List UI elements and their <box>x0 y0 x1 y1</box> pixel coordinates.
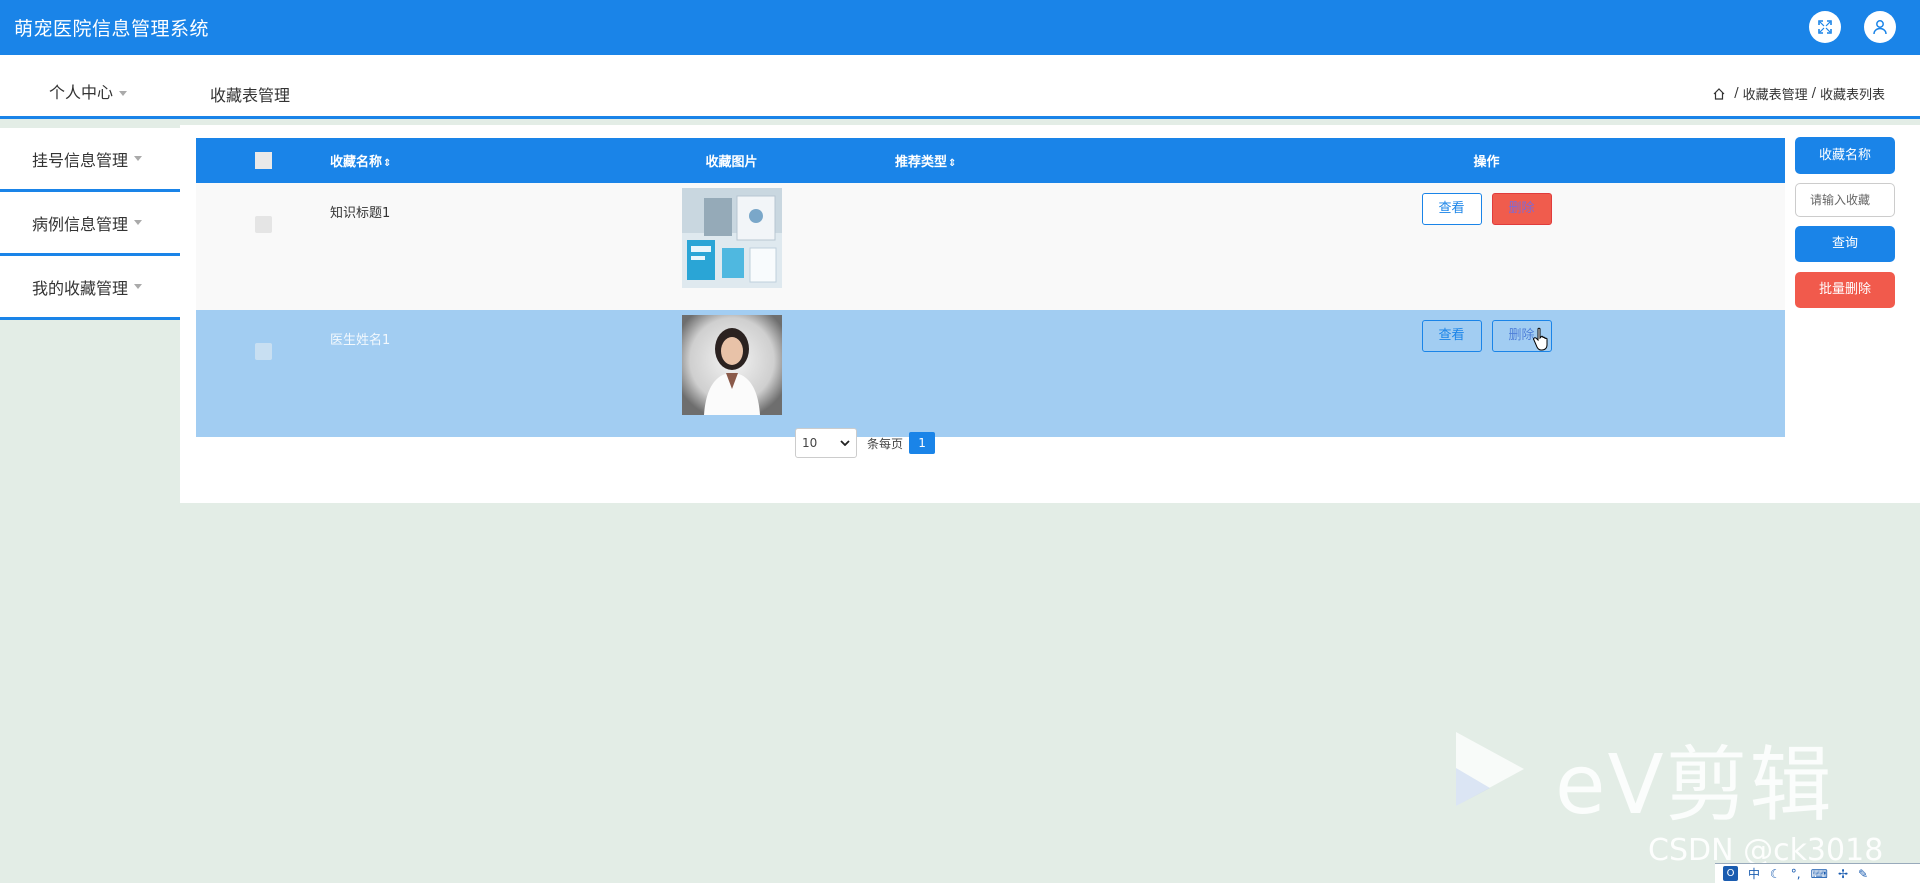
search-input[interactable]: 请输入收藏 <box>1795 183 1895 217</box>
breadcrumb-sep: / <box>1811 86 1816 101</box>
ev-watermark: eV剪辑 <box>1555 738 1834 833</box>
column-header-name[interactable]: 收藏名称⇕ <box>330 138 568 183</box>
column-header-label: 推荐类型 <box>895 155 948 170</box>
row-type-cell <box>895 183 1188 310</box>
row-checkbox[interactable] <box>254 343 272 360</box>
column-header-type[interactable]: 推荐类型⇕ <box>895 138 1188 183</box>
user-icon[interactable] <box>1864 11 1896 43</box>
caret-down-icon <box>134 220 143 225</box>
sub-header: 个人中心 收藏表管理 / 收藏表管理 / 收藏表列表 <box>0 55 1920 119</box>
query-button[interactable]: 查询 <box>1795 226 1895 262</box>
sidebar-item-favorites[interactable]: 我的收藏管理 <box>0 256 180 320</box>
select-all-checkbox[interactable] <box>254 152 272 169</box>
search-label: 收藏名称 <box>1795 137 1895 174</box>
page-size-select[interactable]: 10 <box>795 428 857 458</box>
personal-center-menu[interactable]: 个人中心 <box>49 79 128 103</box>
home-icon[interactable] <box>1712 87 1726 101</box>
column-header-label: 收藏名称 <box>330 155 383 170</box>
delete-button[interactable]: 删除 <box>1491 193 1552 225</box>
sidebar-item-label: 我的收藏管理 <box>32 278 129 298</box>
select-all-cell <box>196 138 330 183</box>
row-checkbox-cell <box>196 310 330 437</box>
caret-down-icon <box>119 91 128 96</box>
row-type-cell <box>895 310 1188 437</box>
doctor-portrait-thumbnail[interactable] <box>681 315 782 415</box>
breadcrumb-sep: / <box>1734 86 1739 101</box>
row-checkbox[interactable] <box>254 216 272 233</box>
wrench-icon[interactable]: ✎ <box>1858 867 1868 881</box>
keyboard-icon[interactable]: ⌨ <box>1811 867 1828 881</box>
caret-down-icon <box>134 284 143 289</box>
main-panel: 收藏名称⇕ 收藏图片 推荐类型⇕ 操作 知识标题1 查看 删除 医生姓名1 查看… <box>180 125 1920 503</box>
breadcrumb-item-list: 收藏表列表 <box>1819 88 1885 103</box>
ime-chinese-indicator[interactable]: 中 <box>1748 865 1760 882</box>
table-row[interactable]: 知识标题1 查看 删除 <box>196 183 1785 310</box>
row-image-cell <box>568 183 895 310</box>
row-name: 知识标题1 <box>330 206 391 221</box>
sort-icon[interactable]: ⇕ <box>948 158 956 169</box>
favorites-table: 收藏名称⇕ 收藏图片 推荐类型⇕ 操作 知识标题1 查看 删除 医生姓名1 查看… <box>196 138 1785 437</box>
page-number-current[interactable]: 1 <box>909 432 936 454</box>
per-page-label: 条每页 <box>867 436 904 451</box>
row-image-cell <box>568 310 895 437</box>
row-actions-cell: 查看 删除 <box>1188 183 1785 310</box>
sidebar: 挂号信息管理 病例信息管理 我的收藏管理 <box>0 128 180 320</box>
view-button[interactable]: 查看 <box>1421 320 1482 352</box>
breadcrumb: / 收藏表管理 / 收藏表列表 <box>1712 84 1885 103</box>
row-type <box>895 183 1188 202</box>
row-name: 医生姓名1 <box>330 333 391 348</box>
row-checkbox-cell <box>196 183 330 310</box>
ev-logo-icon <box>1456 732 1524 806</box>
sidebar-item-label: 病例信息管理 <box>32 214 129 234</box>
moon-icon[interactable]: ☾ <box>1770 867 1781 881</box>
column-header-actions: 操作 <box>1188 138 1785 183</box>
office-desk-thumbnail[interactable] <box>681 188 782 288</box>
search-panel: 收藏名称 请输入收藏 查询 批量删除 <box>1795 137 1895 308</box>
table-header-row: 收藏名称⇕ 收藏图片 推荐类型⇕ 操作 <box>196 138 1785 183</box>
caret-down-icon <box>134 156 143 161</box>
hand-cursor-icon <box>1533 327 1548 351</box>
app-title: 萌宠医院信息管理系统 <box>14 18 210 40</box>
view-button[interactable]: 查看 <box>1421 193 1482 225</box>
row-type <box>895 310 1188 329</box>
pagination: 10 条每页 1 <box>795 428 936 458</box>
sidebar-item-registration[interactable]: 挂号信息管理 <box>0 128 180 192</box>
system-tray: O 中 ☾ °, ⌨ ✢ ✎ <box>1715 863 1920 883</box>
page-size-value: 10 <box>802 436 818 450</box>
sidebar-item-label: 挂号信息管理 <box>32 150 129 170</box>
personal-center-label: 个人中心 <box>49 83 114 102</box>
fullwidth-icon[interactable]: ✢ <box>1838 867 1848 881</box>
chevron-down-icon <box>840 440 850 446</box>
row-name-cell: 医生姓名1 <box>330 310 568 437</box>
top-bar: 萌宠医院信息管理系统 <box>0 0 1920 55</box>
column-header-label: 操作 <box>1473 155 1500 170</box>
row-actions-cell: 查看 删除 <box>1188 310 1785 437</box>
page-title: 收藏表管理 <box>210 86 291 105</box>
batch-delete-button[interactable]: 批量删除 <box>1795 272 1895 308</box>
punctuation-icon[interactable]: °, <box>1791 867 1801 881</box>
sidebar-item-case[interactable]: 病例信息管理 <box>0 192 180 256</box>
column-header-image: 收藏图片 <box>568 138 895 183</box>
fullscreen-icon[interactable] <box>1809 11 1841 43</box>
row-name-cell: 知识标题1 <box>330 183 568 310</box>
column-header-label: 收藏图片 <box>705 155 758 170</box>
sort-icon[interactable]: ⇕ <box>383 158 391 169</box>
breadcrumb-item-manage[interactable]: 收藏表管理 <box>1743 84 1808 103</box>
tray-o-icon[interactable]: O <box>1723 866 1738 881</box>
